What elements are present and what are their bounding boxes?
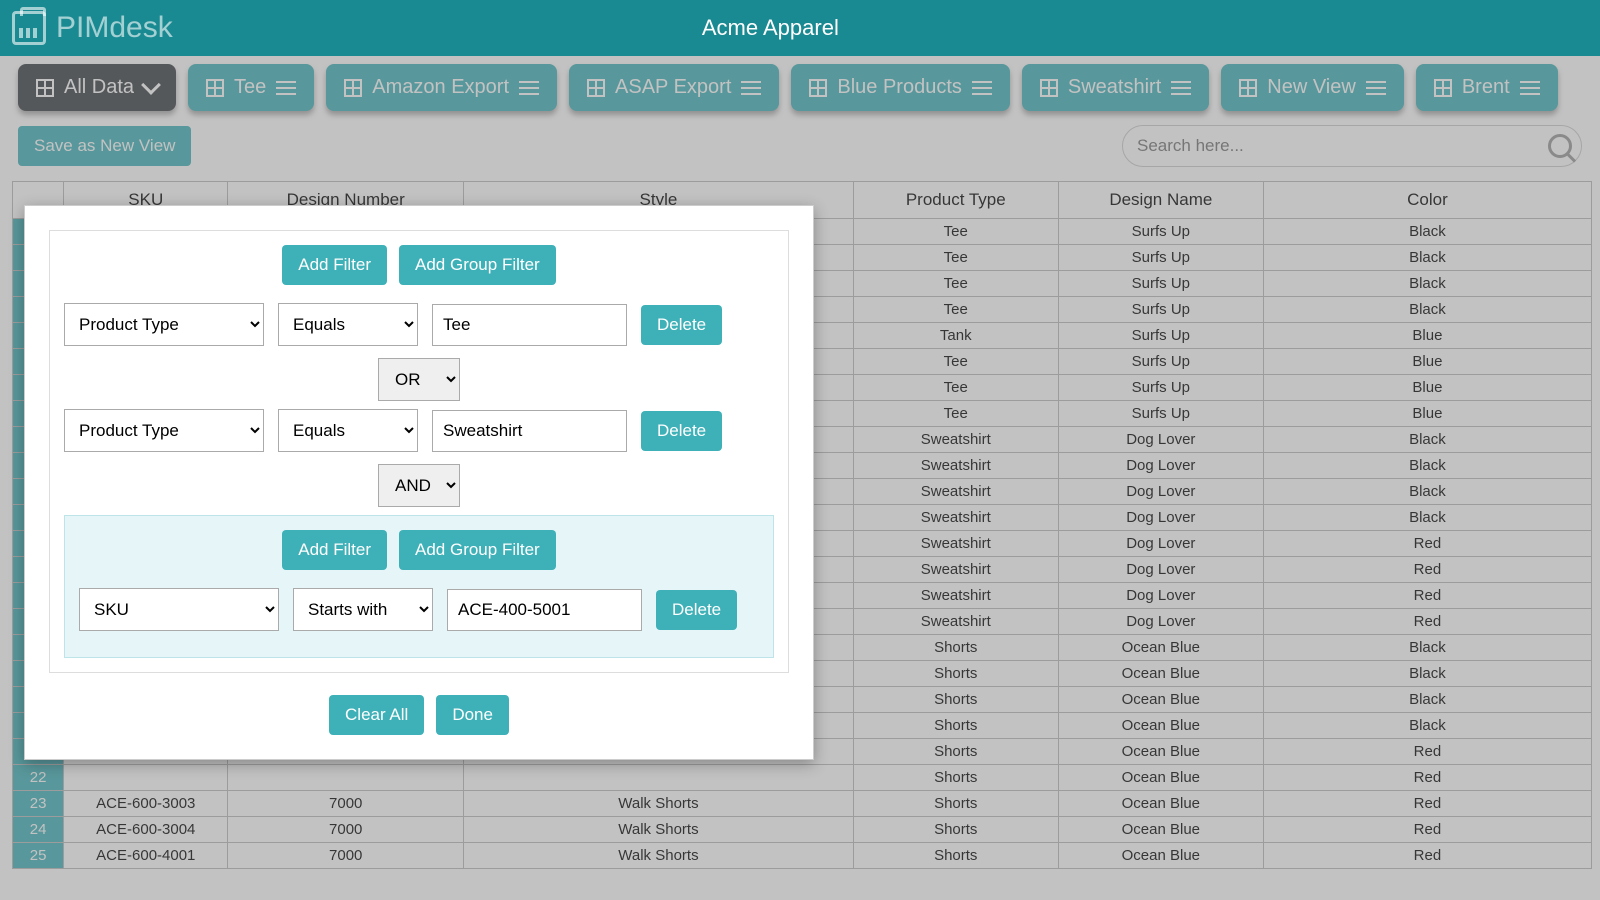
clear-all-button[interactable]: Clear All — [329, 695, 424, 735]
delete-filter-button[interactable]: Delete — [641, 305, 722, 345]
filter-outer-group: Add Filter Add Group Filter Product Type… — [49, 230, 789, 673]
add-filter-button[interactable]: Add Filter — [282, 245, 387, 285]
filter-nested-group: Add Filter Add Group Filter Product Type… — [64, 515, 774, 658]
filter-modal-footer: Clear All Done — [49, 695, 789, 735]
filter-operator-select[interactable]: EqualsStarts withContainsEnds with — [278, 303, 418, 346]
filter-row: Product TypeSKUDesign NumberStyleDesign … — [64, 409, 774, 452]
filter-row: Product TypeSKUDesign NumberStyleDesign … — [79, 588, 759, 631]
filter-logic-select[interactable]: ORAND — [378, 464, 460, 507]
add-filter-button[interactable]: Add Filter — [282, 530, 387, 570]
filter-field-select[interactable]: Product TypeSKUDesign NumberStyleDesign … — [64, 303, 264, 346]
add-group-filter-button[interactable]: Add Group Filter — [399, 245, 556, 285]
app-header: PIMdesk Acme Apparel — [0, 0, 1600, 56]
filter-field-select[interactable]: Product TypeSKUDesign NumberStyleDesign … — [79, 588, 279, 631]
logo-icon — [12, 11, 46, 45]
delete-filter-button[interactable]: Delete — [641, 411, 722, 451]
filter-group-actions: Add Filter Add Group Filter — [79, 530, 759, 570]
filter-operator-select[interactable]: EqualsStarts withContainsEnds with — [293, 588, 433, 631]
filter-row: Product TypeSKUDesign NumberStyleDesign … — [64, 303, 774, 346]
filter-operator-select[interactable]: EqualsStarts withContainsEnds with — [278, 409, 418, 452]
logo-text: PIMdesk — [56, 11, 173, 45]
filter-top-actions: Add Filter Add Group Filter — [64, 245, 774, 285]
add-group-filter-button[interactable]: Add Group Filter — [399, 530, 556, 570]
filter-logic-select[interactable]: ORAND — [378, 358, 460, 401]
filter-value-input[interactable] — [432, 410, 627, 452]
filter-value-input[interactable] — [432, 304, 627, 346]
workspace-title: Acme Apparel — [173, 15, 1368, 41]
delete-filter-button[interactable]: Delete — [656, 590, 737, 630]
filter-value-input[interactable] — [447, 589, 642, 631]
filter-logic-row: ORAND — [64, 464, 774, 507]
filter-field-select[interactable]: Product TypeSKUDesign NumberStyleDesign … — [64, 409, 264, 452]
filter-modal: Add Filter Add Group Filter Product Type… — [24, 205, 814, 760]
app-logo: PIMdesk — [12, 11, 173, 45]
done-button[interactable]: Done — [436, 695, 509, 735]
filter-logic-row: ORAND — [64, 358, 774, 401]
